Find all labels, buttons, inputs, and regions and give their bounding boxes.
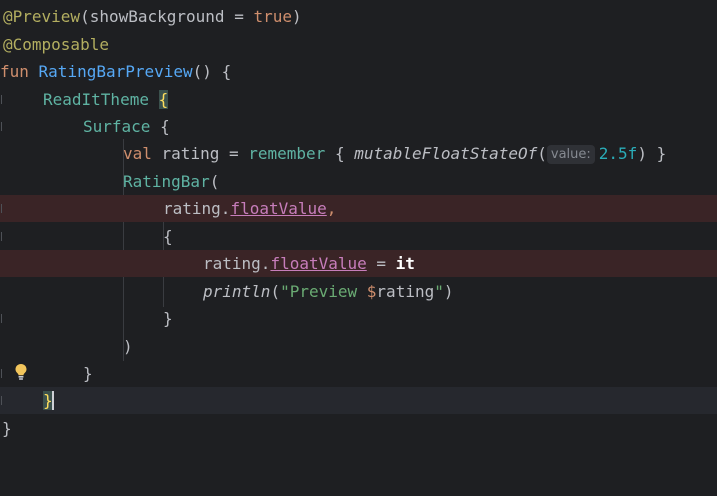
param-name: showBackground [89,7,225,26]
fold-marker[interactable] [1,122,2,131]
string-literal: " [434,282,444,301]
paren: ) [123,337,133,356]
brace: { [150,117,170,136]
variable: rating [151,144,220,163]
function-name: RatingBarPreview [28,62,193,81]
number-literal: 2.5f [598,144,638,163]
keyword-val: val [123,144,152,163]
fold-marker[interactable] [1,204,2,213]
keyword-it: it [395,254,415,273]
keyword-true: true [253,7,292,26]
operator: = [224,7,254,26]
composable-call: Surface [83,117,151,136]
paren: ( [209,172,220,191]
function-call: remember [248,144,326,163]
keyword-fun: fun [0,62,29,81]
code-editor[interactable]: @Preview(showBackground = true) @Composa… [0,0,717,449]
template-variable: rating [376,282,435,301]
paren: ( [270,282,281,301]
paren: ) [443,282,454,301]
paren: ) } [637,144,667,163]
string-literal: "Preview [280,282,367,301]
annotation: @Preview [3,7,81,26]
brace: } [2,419,12,438]
fold-marker[interactable] [1,232,2,241]
variable: rating. [203,254,271,273]
annotation: @Composable [3,35,109,54]
code-line-2[interactable]: @Composable [0,31,717,58]
variable: rating. [163,199,231,218]
code-line-3[interactable]: fun RatingBarPreview() { [0,58,717,85]
paren: ( [537,144,547,163]
brace: } [83,364,93,383]
template-sign: $ [366,282,377,301]
code-line-4[interactable]: ReadItTheme { [0,86,717,113]
fold-marker[interactable] [1,95,2,104]
function-call: mutableFloatStateOf [354,144,538,163]
brace: { [158,90,169,109]
fold-marker[interactable] [1,314,2,323]
paren: ( [80,7,90,26]
code-line-8[interactable]: rating.floatValue, [0,195,717,222]
brace: { [163,227,173,246]
code-line-15[interactable]: } [0,387,717,414]
brace: { [325,144,355,163]
fold-marker[interactable] [1,369,2,378]
function-call: println [203,282,271,301]
code-line-13[interactable]: ) [0,333,717,360]
composable-call: ReadItTheme [43,90,149,109]
code-line-11[interactable]: println("Preview $rating") [0,278,717,305]
code-line-12[interactable]: } [0,305,717,332]
parameter-hint: value: [546,145,595,164]
code-line-5[interactable]: Surface { [0,113,717,140]
composable-call: RatingBar [123,172,210,191]
brace: } [163,309,173,328]
code-line-10[interactable]: rating.floatValue = it [0,250,717,277]
code-line-1[interactable]: @Preview(showBackground = true) [0,3,717,30]
property: floatValue [230,199,327,218]
operator: = [366,254,396,273]
text-cursor [51,391,54,410]
property: floatValue [270,254,367,273]
code-line-9[interactable]: { [0,223,717,250]
operator: = [219,144,249,163]
paren: ) [292,7,302,26]
code-line-16[interactable]: } [0,415,717,442]
fold-marker[interactable] [1,396,2,405]
punctuation: () { [192,62,232,81]
comma: , [326,199,337,218]
code-line-14[interactable]: } [0,360,717,387]
code-line-7[interactable]: RatingBar( [0,168,717,195]
lightbulb-icon[interactable] [13,363,29,381]
code-line-6[interactable]: val rating = remember { mutableFloatStat… [0,140,717,167]
